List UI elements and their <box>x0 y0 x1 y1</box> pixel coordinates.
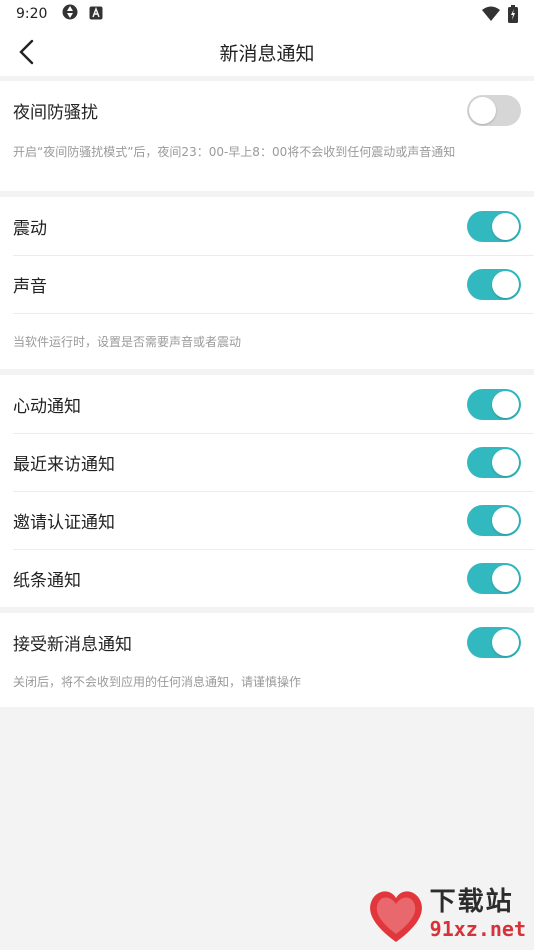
section-sound-vibrate: 震动 声音 当软件运行时，设置是否需要声音或者震动 <box>0 197 534 369</box>
setting-label: 接受新消息通知 <box>13 634 132 655</box>
setting-label: 最近来访通知 <box>13 454 115 475</box>
section-notifications: 心动通知 最近来访通知 邀请认证通知 纸条通知 <box>0 375 534 607</box>
setting-label: 夜间防骚扰 <box>13 102 98 123</box>
setting-row-accept: 接受新消息通知 <box>0 613 534 671</box>
chevron-left-icon <box>19 39 34 65</box>
setting-row-visitors: 最近来访通知 <box>0 433 534 491</box>
status-bar: 9:20 <box>0 0 534 28</box>
notes-notify-toggle[interactable] <box>467 562 521 594</box>
visitors-notify-toggle[interactable] <box>467 446 521 478</box>
section-night-mode: 夜间防骚扰 开启“夜间防骚扰模式”后，夜间23：00-早上8：00将不会收到任何… <box>0 81 534 191</box>
aperture-icon <box>61 3 79 25</box>
setting-label: 心动通知 <box>13 396 81 417</box>
setting-row-sound: 声音 <box>0 255 534 313</box>
back-button[interactable] <box>12 36 44 68</box>
watermark-url: 91xz.net <box>429 917 526 941</box>
page-title: 新消息通知 <box>219 42 315 65</box>
setting-label: 纸条通知 <box>13 570 81 591</box>
a-box-icon <box>89 5 103 24</box>
setting-row-vibrate: 震动 <box>0 197 534 255</box>
status-time: 9:20 <box>16 6 48 22</box>
wifi-icon <box>482 6 500 26</box>
nav-bar: 新消息通知 <box>0 28 534 76</box>
invite-notify-toggle[interactable] <box>467 504 521 536</box>
battery-charging-icon <box>508 5 518 27</box>
setting-label: 邀请认证通知 <box>13 512 115 533</box>
section-note: 开启“夜间防骚扰模式”后，夜间23：00-早上8：00将不会收到任何震动或声音通… <box>13 145 456 159</box>
status-right <box>482 5 518 27</box>
setting-label: 震动 <box>13 218 47 239</box>
watermark-title: 下载站 <box>429 887 514 917</box>
sound-toggle[interactable] <box>467 268 521 300</box>
section-note: 关闭后，将不会收到应用的任何消息通知，请谨慎操作 <box>13 675 302 689</box>
setting-label: 声音 <box>13 276 47 297</box>
vibrate-toggle[interactable] <box>467 210 521 242</box>
section-accept-messages: 接受新消息通知 关闭后，将不会收到应用的任何消息通知，请谨慎操作 <box>0 613 534 707</box>
watermark: 下载站 91xz.net <box>364 882 526 946</box>
setting-row-heartbeat: 心动通知 <box>0 375 534 433</box>
night-mode-toggle[interactable] <box>467 94 521 126</box>
watermark-logo-icon <box>369 891 422 942</box>
accept-notify-toggle[interactable] <box>467 626 521 658</box>
heartbeat-notify-toggle[interactable] <box>467 388 521 420</box>
setting-row-notes: 纸条通知 <box>0 549 534 607</box>
setting-row-night-mode: 夜间防骚扰 <box>0 81 534 139</box>
setting-row-invite: 邀请认证通知 <box>0 491 534 549</box>
section-note: 当软件运行时，设置是否需要声音或者震动 <box>13 313 534 369</box>
